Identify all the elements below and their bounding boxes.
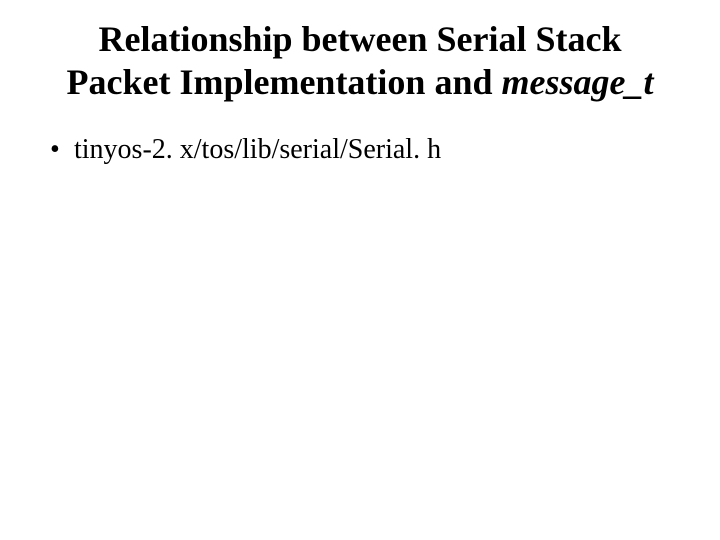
title-line-2-prefix: Packet Implementation and bbox=[67, 62, 502, 102]
slide-title: Relationship between Serial Stack Packet… bbox=[40, 18, 680, 104]
list-item: tinyos-2. x/tos/lib/serial/Serial. h bbox=[50, 132, 720, 168]
title-line-2-italic: message_t bbox=[502, 62, 654, 102]
slide: Relationship between Serial Stack Packet… bbox=[0, 0, 720, 540]
title-line-1: Relationship between Serial Stack bbox=[98, 19, 621, 59]
bullet-list: tinyos-2. x/tos/lib/serial/Serial. h bbox=[0, 132, 720, 168]
bullet-text: tinyos-2. x/tos/lib/serial/Serial. h bbox=[74, 134, 441, 165]
